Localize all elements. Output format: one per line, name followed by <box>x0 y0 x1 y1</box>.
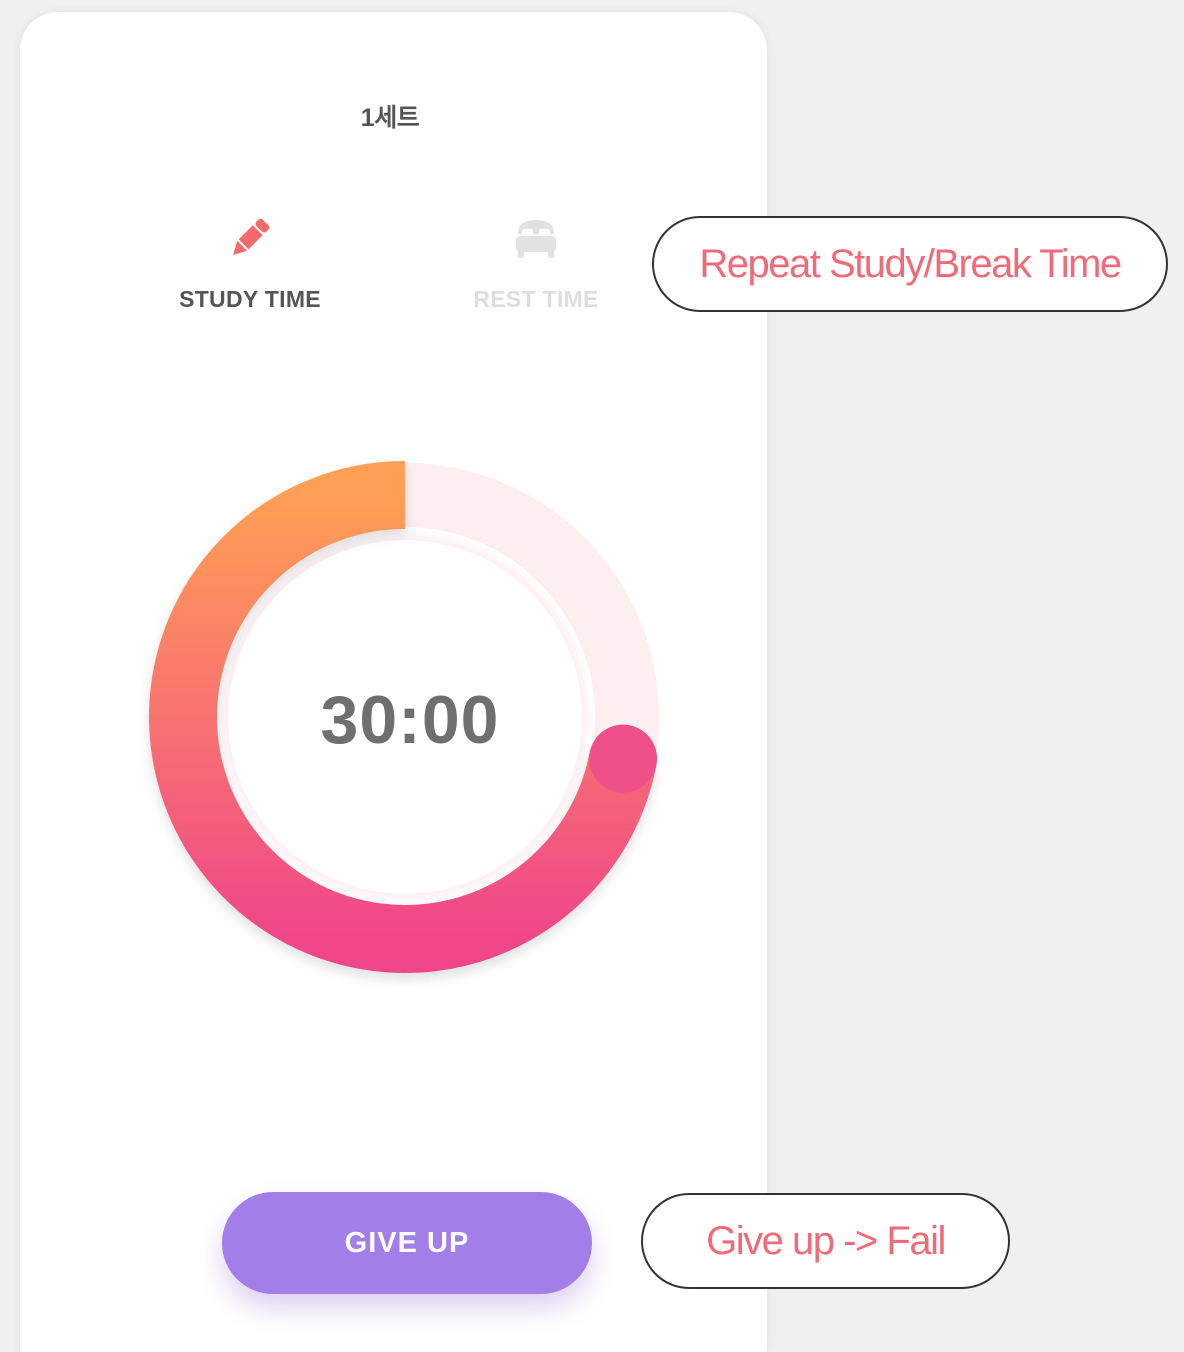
pencil-icon <box>233 218 270 255</box>
mode-study-time[interactable]: STUDY TIME <box>150 212 350 313</box>
mode-label: STUDY TIME <box>179 286 321 312</box>
timer-ring: 30:00 <box>120 417 720 1017</box>
annotation-give-up: Give up -> Fail <box>641 1193 1010 1289</box>
mode-rest-time[interactable]: REST TIME <box>436 212 636 313</box>
timer-screen: 1세트 STUDY TIME REST TIME 30:00 GIVE UP <box>20 12 767 1352</box>
timer-display: 30:00 <box>320 682 500 758</box>
set-title: 1세트 <box>360 104 420 132</box>
mode-label: REST TIME <box>473 286 599 312</box>
bed-icon <box>516 220 556 258</box>
annotation-repeat: Repeat Study/Break Time <box>652 216 1168 312</box>
give-up-button[interactable]: GIVE UP <box>222 1192 592 1294</box>
